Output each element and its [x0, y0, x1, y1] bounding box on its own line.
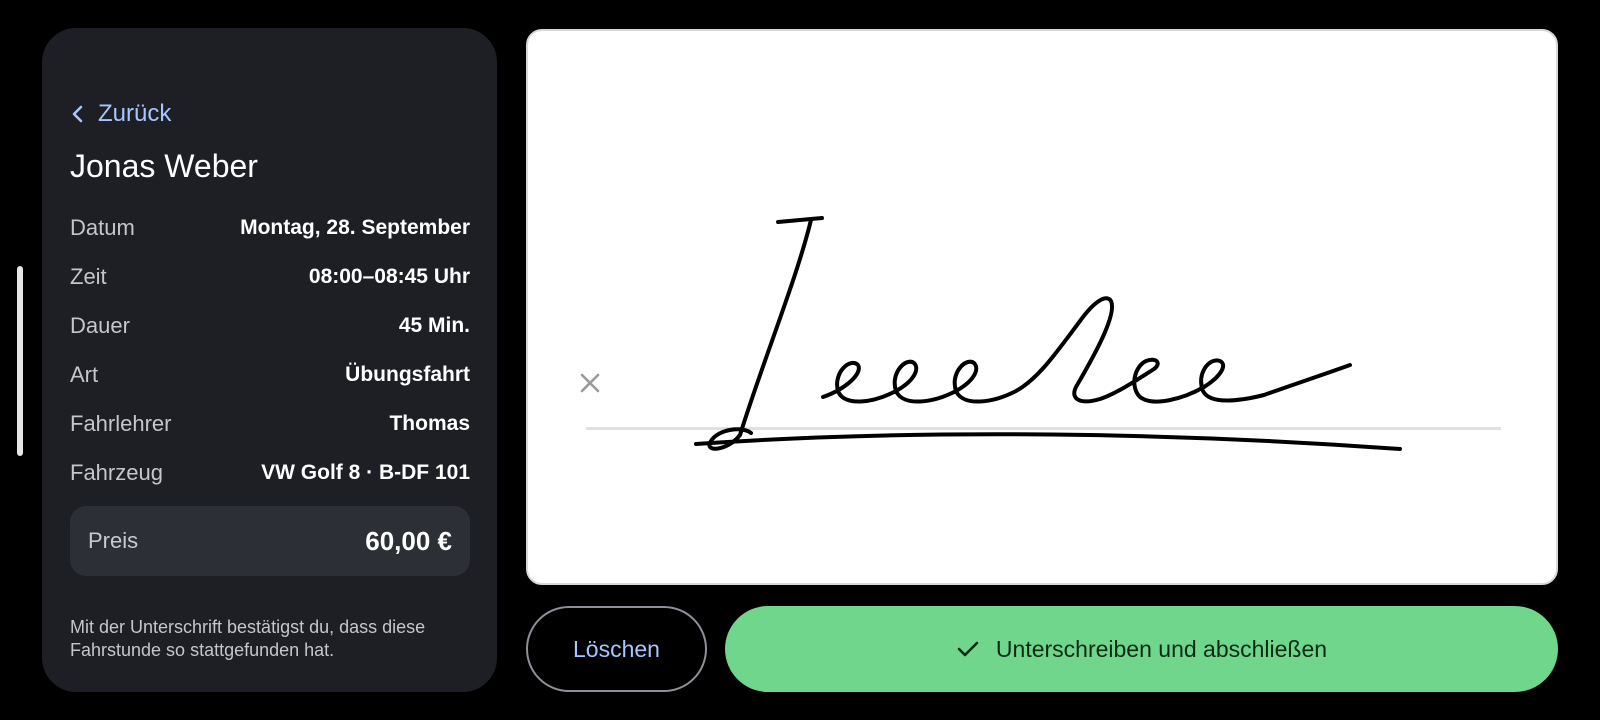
- chevron-left-icon: [70, 104, 98, 124]
- detail-label: Datum: [70, 214, 135, 240]
- sign-and-complete-label: Unterschreiben und abschließen: [995, 635, 1328, 662]
- detail-label: Zeit: [70, 263, 107, 289]
- detail-row-vehicle: Fahrzeug VW Golf 8 · B-DF 101: [70, 448, 470, 497]
- detail-label: Fahrlehrer: [70, 410, 172, 436]
- signature-disclaimer: Mit der Unterschrift bestätigst du, dass…: [70, 617, 426, 660]
- sign-and-complete-button[interactable]: Unterschreiben und abschließen: [725, 606, 1558, 692]
- signature-pad[interactable]: [526, 29, 1558, 585]
- check-icon: [956, 639, 996, 659]
- detail-label: Fahrzeug: [70, 459, 163, 485]
- price-label: Preis: [88, 528, 139, 553]
- student-name: Jonas Weber: [70, 148, 258, 184]
- detail-value: Montag, 28. September: [240, 215, 470, 239]
- detail-value: VW Golf 8 · B-DF 101: [261, 460, 470, 484]
- clear-signature-label: Löschen: [573, 635, 660, 662]
- detail-value: 45 Min.: [398, 313, 470, 337]
- lesson-summary-panel: Zurück Jonas Weber Datum Montag, 28. Sep…: [42, 28, 497, 692]
- detail-row-date: Datum Montag, 28. September: [70, 203, 470, 252]
- detail-label: Art: [70, 361, 99, 387]
- detail-row-type: Art Übungsfahrt: [70, 350, 470, 399]
- detail-value: Thomas: [389, 411, 470, 435]
- signature-ink: [694, 216, 1402, 451]
- scroll-indicator[interactable]: [17, 266, 23, 456]
- detail-value: 08:00–08:45 Uhr: [308, 264, 470, 288]
- detail-row-time: Zeit 08:00–08:45 Uhr: [70, 252, 470, 301]
- detail-row-instructor: Fahrlehrer Thomas: [70, 399, 470, 448]
- clear-signature-button[interactable]: Löschen: [526, 606, 707, 692]
- signature-screen: Zurück Jonas Weber Datum Montag, 28. Sep…: [0, 0, 1600, 720]
- back-label: Zurück: [98, 100, 172, 127]
- detail-row-duration: Dauer 45 Min.: [70, 301, 470, 350]
- detail-value: Übungsfahrt: [345, 362, 470, 386]
- price-box: Preis 60,00 €: [70, 506, 470, 576]
- detail-label: Dauer: [70, 312, 130, 338]
- back-button[interactable]: Zurück: [70, 100, 171, 128]
- lesson-details: Datum Montag, 28. September Zeit 08:00–0…: [70, 203, 470, 497]
- price-value: 60,00 €: [365, 525, 452, 556]
